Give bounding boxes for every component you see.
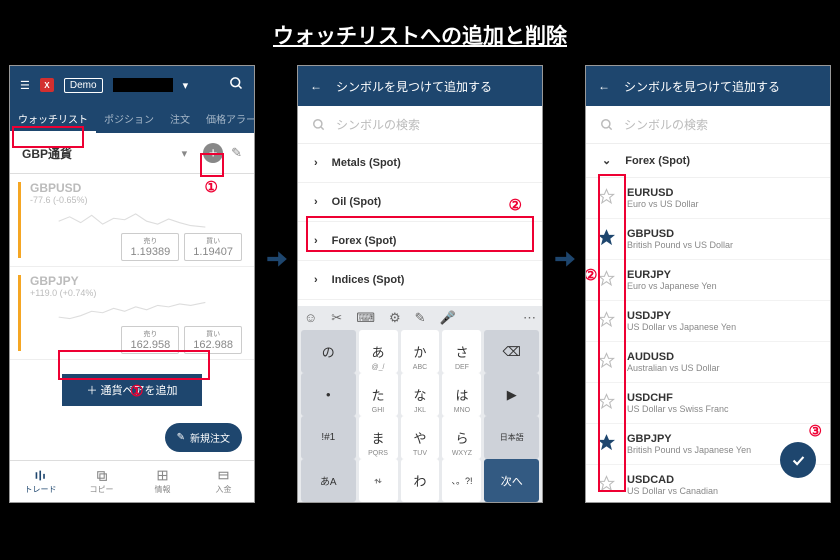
key[interactable]: やTUV (401, 416, 440, 459)
kb-icon[interactable]: ⌨ (356, 310, 375, 326)
key[interactable]: あ@_/ (359, 330, 398, 373)
edit-icon: ✎ (177, 432, 185, 443)
pair-row[interactable]: GBPJPY +119.0 (+0.74%) 売り162.958 買い162.9… (10, 267, 254, 360)
chevron-down-icon: ⌄ (602, 154, 611, 167)
screen-title: シンボルを見つけて追加する (624, 78, 780, 95)
tab-position[interactable]: ポジション (96, 104, 162, 133)
account-name[interactable] (113, 78, 173, 92)
backspace-key[interactable]: ⌫ (484, 330, 539, 373)
chevron-down-icon: ▾ (182, 147, 188, 160)
search-bar[interactable]: シンボルの検索 (586, 106, 830, 144)
symbol-name: USDJPY (627, 310, 736, 322)
sparkline-chart (22, 301, 242, 323)
key-next[interactable]: ▶ (484, 373, 539, 416)
app-logo: X (40, 78, 54, 92)
key[interactable]: • (301, 373, 356, 416)
sell-button[interactable]: 売り1.19389 (121, 233, 179, 261)
key[interactable]: の (301, 330, 356, 373)
tab-orders[interactable]: 注文 (162, 104, 198, 133)
symbol-name: EURJPY (627, 269, 717, 281)
back-icon[interactable]: ← (598, 79, 610, 93)
key[interactable]: 、。?! (442, 459, 481, 502)
buy-button[interactable]: 買い1.19407 (184, 233, 242, 261)
key[interactable]: たGHI (359, 373, 398, 416)
dropdown-icon[interactable]: ▾ (183, 79, 189, 92)
nav-info[interactable]: 情報 (132, 461, 193, 502)
menu-icon[interactable]: ☰ (20, 79, 30, 92)
symbol-desc: US Dollar vs Japanese Yen (627, 322, 736, 332)
symbol-desc: US Dollar vs Swiss Franc (627, 404, 729, 414)
kb-icon[interactable]: ✎ (415, 310, 426, 326)
key-enter[interactable]: 次へ (484, 459, 539, 502)
key-mode[interactable]: あA (301, 459, 356, 502)
more-icon[interactable]: ⋯ (523, 310, 536, 326)
bottom-nav: トレード コピー 情報 入金 (10, 460, 254, 502)
back-icon[interactable]: ← (310, 79, 322, 93)
sparkline-chart (22, 208, 242, 230)
chevron-right-icon: › (314, 274, 318, 286)
screen-header: ← シンボルを見つけて追加する (586, 66, 830, 106)
category-indices[interactable]: ›Indices (Spot) (298, 261, 542, 300)
key[interactable]: らWXYZ (442, 416, 481, 459)
mic-icon[interactable]: 🎤 (440, 310, 456, 326)
symbol-desc: Euro vs US Dollar (627, 199, 699, 209)
key[interactable]: まPQRS (359, 416, 398, 459)
confirm-button[interactable] (780, 442, 816, 478)
key[interactable]: かABC (401, 330, 440, 373)
key[interactable]: はMNO (442, 373, 481, 416)
check-icon (790, 452, 807, 469)
emoji-icon[interactable]: ☺ (304, 310, 317, 326)
edit-icon[interactable]: ✎ (231, 145, 242, 161)
chevron-right-icon: › (314, 157, 318, 169)
key[interactable]: わ (401, 459, 440, 502)
nav-trade[interactable]: トレード (10, 461, 71, 502)
chevron-right-icon: › (314, 196, 318, 208)
symbol-name: AUDUSD (627, 351, 720, 363)
symbol-name: GBPJPY (627, 433, 751, 445)
kb-icon[interactable]: ⚙ (389, 310, 401, 326)
search-placeholder: シンボルの検索 (336, 116, 420, 133)
phone-watchlist: ☰ X Demo ▾ ウォッチリスト ポジション 注文 価格アラート2 履歴 G… (9, 65, 255, 503)
page-title: ウォッチリストへの追加と削除 (0, 0, 840, 50)
category-metals[interactable]: ›Metals (Spot) (298, 144, 542, 183)
search-icon[interactable] (229, 76, 244, 94)
arrow-right-icon (551, 246, 577, 272)
screen-title: シンボルを見つけて追加する (336, 78, 492, 95)
search-icon (600, 118, 614, 132)
key-sym[interactable]: !#1 (301, 416, 356, 459)
symbol-name: USDCHF (627, 392, 729, 404)
pair-change: -77.6 (-0.65%) (30, 195, 242, 205)
symbol-desc: British Pound vs US Dollar (627, 240, 733, 250)
key[interactable]: なJKL (401, 373, 440, 416)
phone-categories: ← シンボルを見つけて追加する シンボルの検索 ›Metals (Spot) ›… (297, 65, 543, 503)
nav-copy[interactable]: コピー (71, 461, 132, 502)
demo-badge: Demo (64, 78, 103, 93)
screen-header: ← シンボルを見つけて追加する (298, 66, 542, 106)
symbol-desc: British Pound vs Japanese Yen (627, 445, 751, 455)
pair-symbol: GBPJPY (30, 274, 242, 288)
symbol-desc: US Dollar vs Canadian (627, 486, 718, 496)
group-header[interactable]: ⌄Forex (Spot) (586, 144, 830, 178)
nav-deposit[interactable]: 入金 (193, 461, 254, 502)
keyboard: ☺ ✂ ⌨ ⚙ ✎ 🎤 ⋯ の あ@_/ かABC さDEF ⌫ • たGHI … (298, 306, 542, 502)
symbol-name: EURUSD (627, 187, 699, 199)
tab-alerts[interactable]: 価格アラート2 (198, 104, 254, 133)
symbol-name: USDCAD (627, 474, 718, 486)
search-bar[interactable]: シンボルの検索 (298, 106, 542, 144)
key[interactable]: さDEF (442, 330, 481, 373)
search-placeholder: シンボルの検索 (624, 116, 708, 133)
symbol-desc: Australian vs US Dollar (627, 363, 720, 373)
search-icon (312, 118, 326, 132)
symbol-desc: Euro vs Japanese Yen (627, 281, 717, 291)
new-order-button[interactable]: ✎新規注文 (165, 423, 242, 452)
key[interactable] (359, 459, 398, 502)
arrow-right-icon (263, 246, 289, 272)
phone-symbols: ← シンボルを見つけて追加する シンボルの検索 ⌄Forex (Spot) EU… (585, 65, 831, 503)
app-header: ☰ X Demo ▾ (10, 66, 254, 104)
clip-icon[interactable]: ✂ (331, 310, 342, 326)
symbol-name: GBPUSD (627, 228, 733, 240)
key-lang[interactable]: 日本語 (484, 416, 539, 459)
pair-change: +119.0 (+0.74%) (30, 288, 242, 298)
